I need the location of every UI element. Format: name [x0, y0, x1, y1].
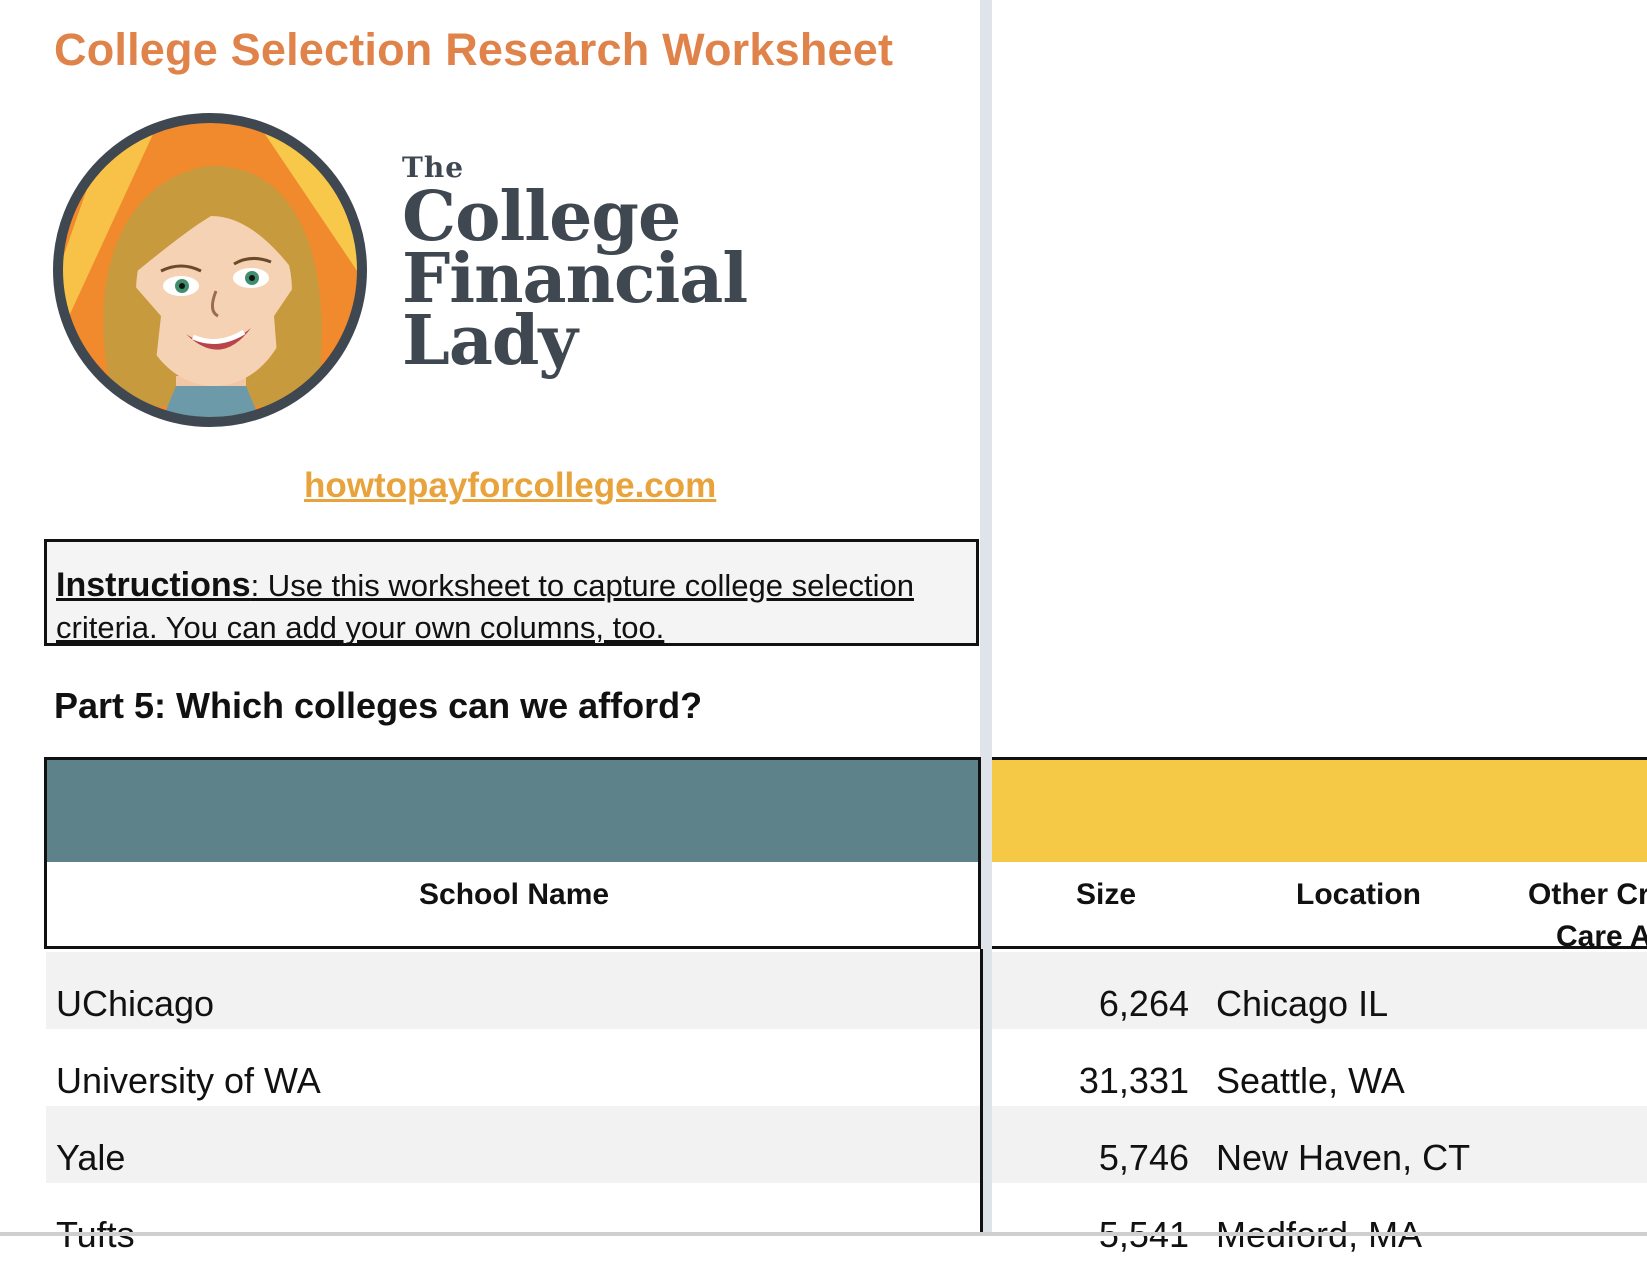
- cell-school-name[interactable]: Tufts: [56, 1183, 135, 1260]
- table-header-scroll: Size Location Other Cr Care A: [992, 757, 1647, 953]
- website-link[interactable]: howtopayforcollege.com: [304, 466, 716, 506]
- cell-location[interactable]: Medford, MA: [1216, 1183, 1422, 1260]
- logo-lady: Lady: [402, 301, 578, 381]
- cell-school-name[interactable]: UChicago: [56, 952, 214, 1029]
- part-heading: Part 5: Which colleges can we afford?: [54, 685, 703, 726]
- header-band-teal: [47, 760, 978, 862]
- column-header-other-criteria-line1[interactable]: Other Cr: [1528, 878, 1647, 912]
- column-header-school-name[interactable]: School Name: [419, 878, 609, 912]
- cell-size[interactable]: 31,331: [1079, 1029, 1189, 1106]
- cell-school-name[interactable]: University of WA: [56, 1029, 321, 1106]
- table-row[interactable]: 5,746 New Haven, CT: [992, 1106, 1647, 1183]
- column-header-location[interactable]: Location: [1296, 878, 1421, 912]
- instructions-label: Instructions: [56, 566, 251, 604]
- cell-location[interactable]: Chicago IL: [1216, 952, 1388, 1029]
- column-header-other-criteria-line2[interactable]: Care A: [1556, 920, 1647, 954]
- table-row[interactable]: 5,541 Medford, MA: [992, 1183, 1647, 1260]
- table-row[interactable]: Yale: [46, 1106, 981, 1183]
- column-header-size[interactable]: Size: [1076, 878, 1136, 912]
- table-row[interactable]: 6,264 Chicago IL: [992, 952, 1647, 1029]
- cell-location[interactable]: Seattle, WA: [1216, 1029, 1405, 1106]
- worksheet-title: College Selection Research Worksheet: [54, 24, 894, 75]
- table-row[interactable]: University of WA: [46, 1029, 981, 1106]
- frozen-column-border: [980, 949, 983, 1232]
- sheet-bottom-edge: [0, 1232, 1647, 1236]
- cell-location[interactable]: New Haven, CT: [1216, 1106, 1470, 1183]
- table-row[interactable]: UChicago: [46, 952, 981, 1029]
- cell-size[interactable]: 6,264: [1099, 952, 1189, 1029]
- school-name-column: UChicago University of WA Yale Tufts: [46, 952, 981, 1260]
- cell-school-name[interactable]: Yale: [56, 1106, 125, 1183]
- cell-size[interactable]: 5,746: [1099, 1106, 1189, 1183]
- criteria-columns: 6,264 Chicago IL 31,331 Seattle, WA 5,74…: [992, 952, 1647, 1260]
- header-band-yellow: [992, 760, 1647, 862]
- cell-size[interactable]: 5,541: [1099, 1183, 1189, 1260]
- brand-logo-text: The College Financial Lady: [402, 154, 748, 381]
- college-financial-lady-avatar-logo: [53, 113, 367, 427]
- table-header-frozen: School Name: [44, 757, 981, 949]
- table-row[interactable]: 31,331 Seattle, WA: [992, 1029, 1647, 1106]
- instructions-box: Instructions: Use this worksheet to capt…: [44, 539, 979, 646]
- table-row[interactable]: Tufts: [46, 1183, 981, 1260]
